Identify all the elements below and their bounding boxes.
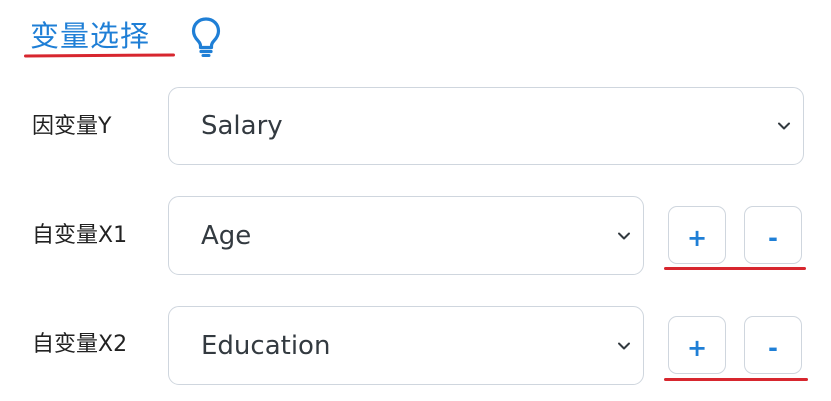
lightbulb-icon[interactable] (190, 16, 222, 58)
select-value: Salary (201, 111, 283, 141)
section-title: 变量选择 (30, 19, 151, 53)
independent-variable-x1-select[interactable]: Age (168, 196, 644, 275)
title-annotation-underline (23, 53, 176, 58)
variable-selection-panel: 变量选择 因变量Y Salary 自变量X1 Age + - 自变量X2 Edu… (0, 0, 831, 401)
dependent-variable-select[interactable]: Salary (168, 87, 804, 165)
independent-variable-x2-label: 自变量X2 (32, 332, 128, 357)
dependent-variable-label: 因变量Y (32, 114, 112, 139)
select-value: Age (201, 220, 252, 251)
remove-variable-button-x2[interactable]: - (744, 316, 802, 374)
independent-variable-x1-label: 自变量X1 (32, 223, 128, 248)
add-variable-button-x2[interactable]: + (668, 316, 726, 374)
independent-variable-x2-select[interactable]: Education (168, 306, 644, 385)
select-value: Education (201, 330, 331, 361)
chevron-down-icon (618, 232, 630, 239)
remove-variable-button-x1[interactable]: - (744, 206, 802, 264)
add-variable-button-x1[interactable]: + (668, 206, 726, 264)
chevron-down-icon (778, 122, 790, 130)
chevron-down-icon (618, 342, 630, 349)
buttons-annotation-underline (664, 378, 808, 381)
buttons-annotation-underline (664, 267, 806, 270)
